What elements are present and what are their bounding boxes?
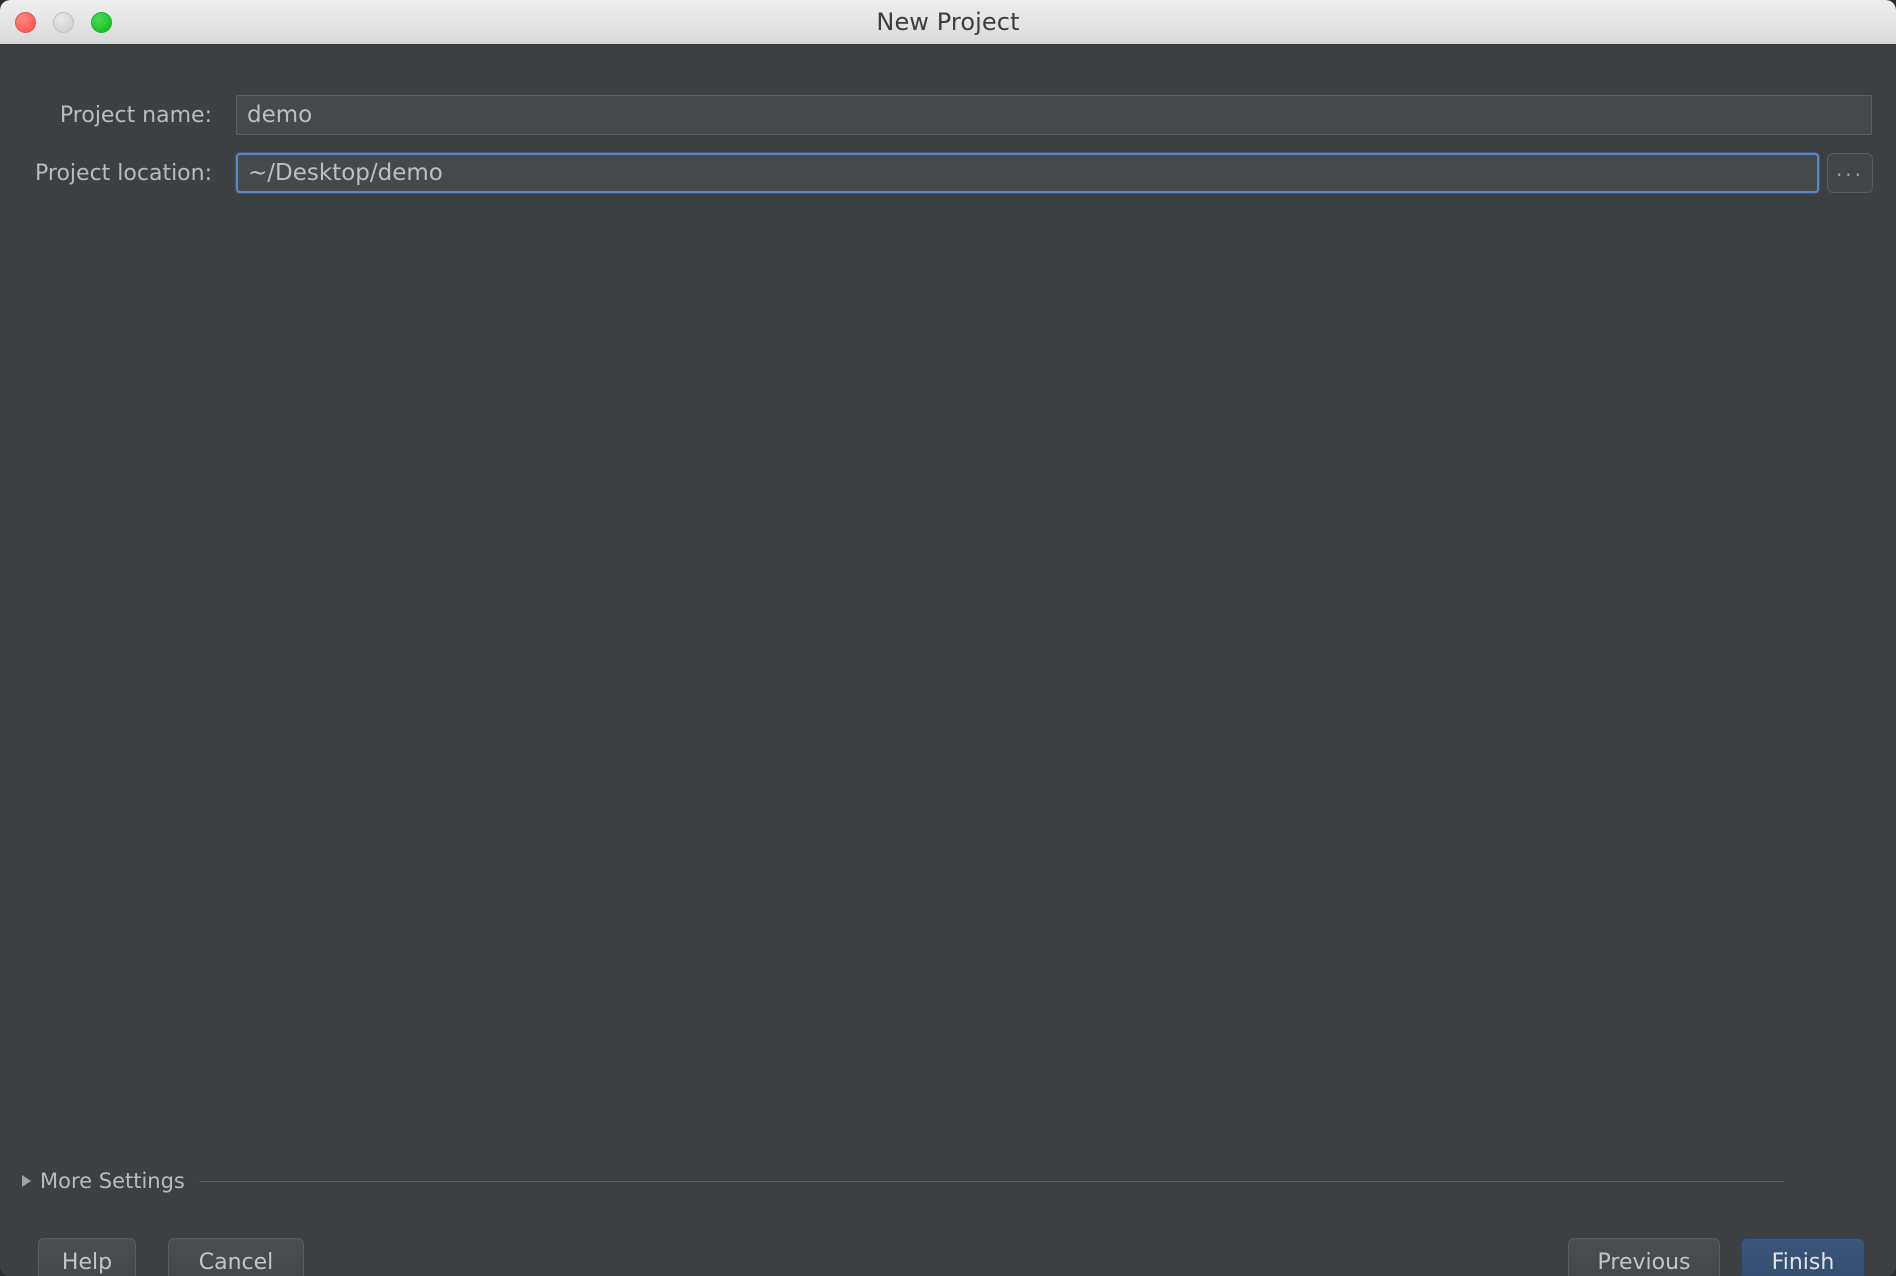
new-project-dialog: New Project Project name: Project locati…: [0, 0, 1896, 1276]
project-location-input[interactable]: [236, 153, 1819, 193]
more-settings-label: More Settings: [40, 1169, 185, 1193]
project-location-label: Project location:: [35, 160, 212, 186]
section-divider: [198, 1180, 1784, 1182]
project-name-label: Project name:: [59, 102, 212, 128]
dialog-body: Project name: Project location: ... More…: [0, 45, 1896, 1276]
more-settings-section[interactable]: More Settings: [0, 1165, 1896, 1197]
chevron-right-icon[interactable]: [22, 1175, 31, 1187]
window-titlebar: New Project: [0, 0, 1896, 45]
window-title: New Project: [876, 8, 1020, 36]
project-location-row: Project location:: [0, 153, 1819, 193]
previous-button[interactable]: Previous: [1568, 1238, 1720, 1276]
browse-location-button[interactable]: ...: [1827, 153, 1873, 193]
cancel-button[interactable]: Cancel: [168, 1238, 304, 1276]
finish-button[interactable]: Finish: [1741, 1238, 1865, 1276]
project-name-input[interactable]: [236, 95, 1872, 135]
help-button[interactable]: Help: [38, 1238, 136, 1276]
project-name-row: Project name:: [0, 95, 1872, 135]
